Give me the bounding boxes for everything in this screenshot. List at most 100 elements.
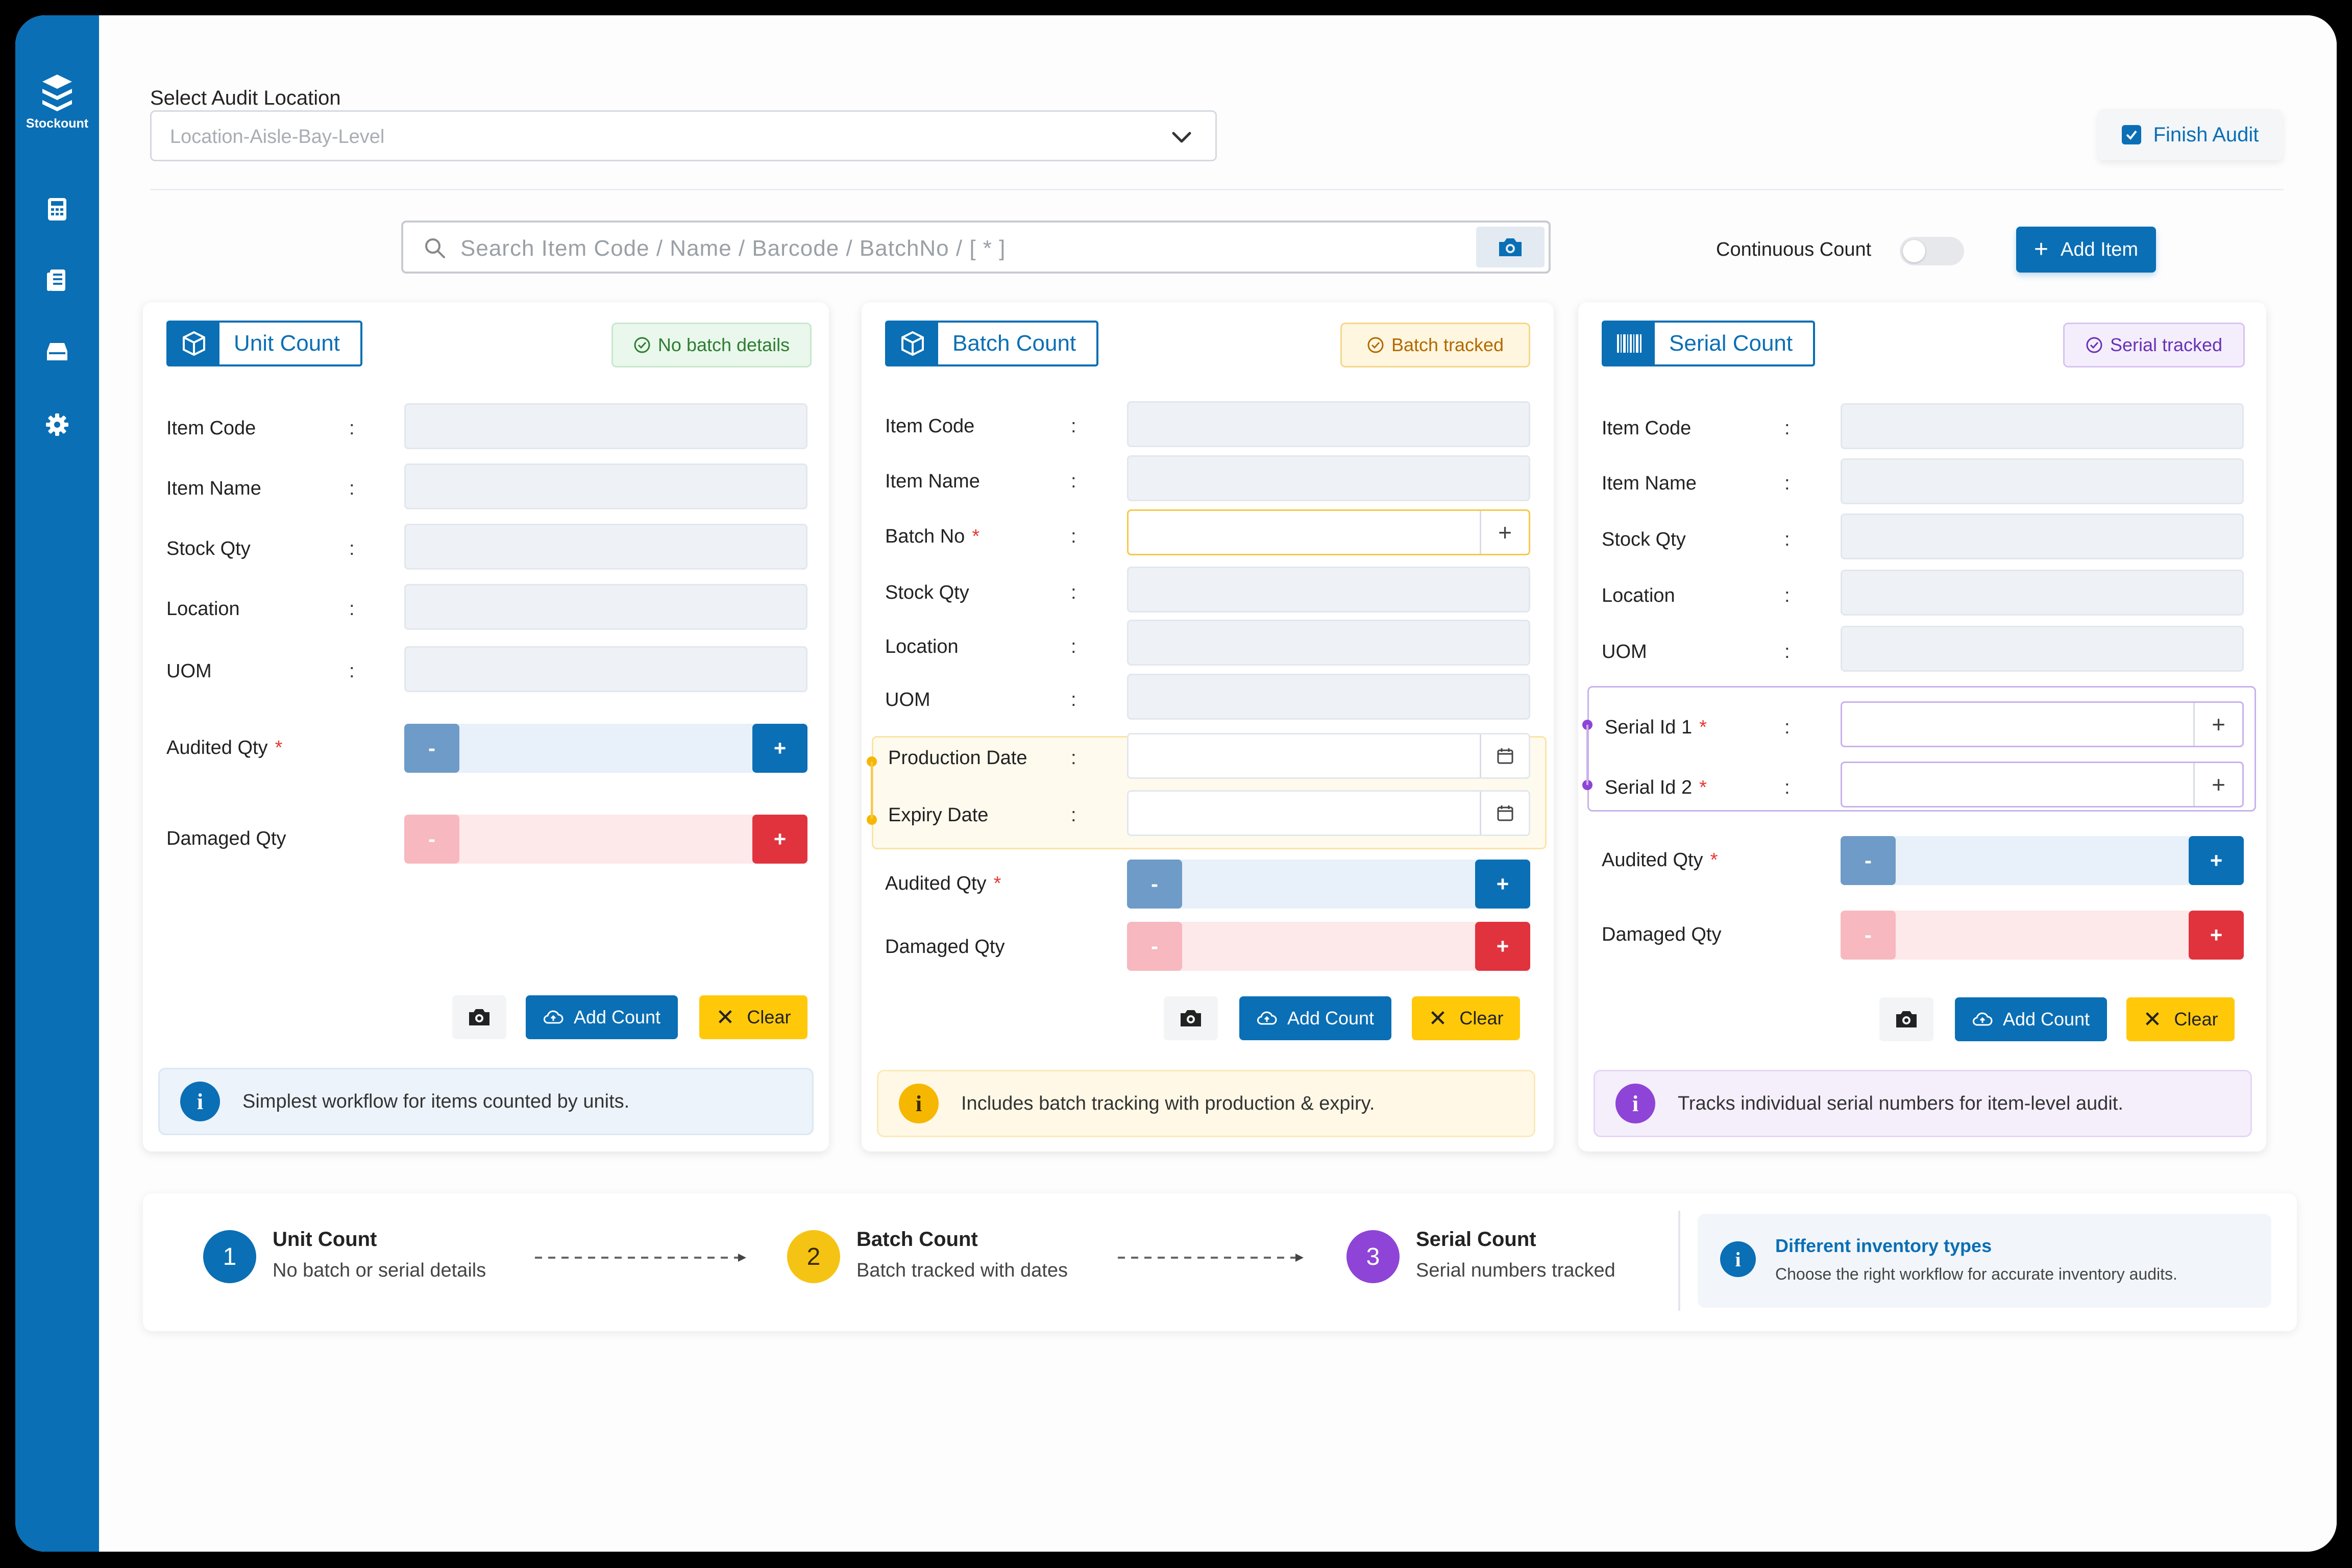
colon: :: [1784, 717, 1790, 738]
add-count-button[interactable]: Add Count: [526, 995, 678, 1039]
app-screen: Stockount Select Audit Location Location…: [15, 15, 2337, 1552]
uom-field[interactable]: [1127, 674, 1530, 720]
sidebar: Stockount: [15, 15, 99, 1552]
camera-button[interactable]: [1164, 996, 1218, 1040]
uom-field[interactable]: [1841, 626, 2244, 672]
divider: [1678, 1211, 1680, 1311]
serial-id-2-field[interactable]: +: [1841, 762, 2244, 807]
item-code-field[interactable]: [1127, 401, 1530, 447]
item-code-field[interactable]: [1841, 403, 2244, 449]
production-date-field[interactable]: [1127, 733, 1530, 779]
location-field[interactable]: [1127, 620, 1530, 666]
location-field[interactable]: [1841, 570, 2244, 616]
add-count-button[interactable]: Add Count: [1955, 997, 2107, 1041]
serial-id-2-label: Serial Id 2 *: [1605, 777, 1707, 798]
camera-icon: [1499, 238, 1522, 256]
damaged-qty-stepper[interactable]: - +: [404, 815, 807, 864]
colon: :: [1784, 641, 1790, 663]
location-select[interactable]: Location-Aisle-Bay-Level: [150, 110, 1217, 161]
serial-count-title-text: Serial Count: [1669, 331, 1793, 356]
colon: :: [1071, 526, 1076, 547]
expiry-date-field[interactable]: [1127, 790, 1530, 836]
checkbox-checked-icon: [2121, 125, 2141, 144]
step-3-title: Serial Count: [1416, 1228, 1536, 1251]
damaged-qty-stepper[interactable]: - +: [1127, 922, 1530, 971]
continuous-count-toggle[interactable]: [1900, 237, 1964, 265]
serial-tracked-badge: Serial tracked: [2063, 323, 2245, 368]
info-icon: i: [1720, 1241, 1756, 1277]
decrement-button[interactable]: -: [1127, 860, 1182, 909]
colon: :: [1071, 582, 1076, 603]
increment-button[interactable]: +: [1475, 922, 1530, 971]
stock-qty-field[interactable]: [1127, 567, 1530, 612]
stock-qty-field[interactable]: [1841, 513, 2244, 559]
camera-button[interactable]: [452, 995, 506, 1039]
barcode-camera-button[interactable]: [1476, 227, 1545, 267]
calendar-icon: [1497, 805, 1513, 821]
location-field[interactable]: [404, 584, 807, 630]
calendar-button[interactable]: [1480, 792, 1529, 835]
batch-count-card: Batch Count Batch tracked Item Code : It…: [862, 302, 1554, 1152]
clear-button[interactable]: ✕ Clear: [2126, 997, 2235, 1041]
calendar-icon: [1497, 748, 1513, 764]
uom-label: UOM: [1602, 641, 1647, 663]
add-batch-button[interactable]: +: [1480, 511, 1529, 554]
brand[interactable]: Stockount: [15, 72, 99, 131]
audited-qty-stepper[interactable]: - +: [404, 724, 807, 773]
item-name-field[interactable]: [1841, 458, 2244, 504]
decrement-button[interactable]: -: [404, 724, 459, 773]
increment-button[interactable]: +: [2189, 836, 2244, 885]
item-name-label: Item Name: [1602, 473, 1697, 494]
increment-button[interactable]: +: [752, 724, 807, 773]
add-serial-button[interactable]: +: [2193, 703, 2242, 746]
clear-button[interactable]: ✕ Clear: [1412, 996, 1520, 1040]
add-item-button[interactable]: + Add Item: [2016, 227, 2156, 273]
increment-button[interactable]: +: [752, 815, 807, 864]
add-count-button[interactable]: Add Count: [1239, 996, 1391, 1040]
increment-button[interactable]: +: [1475, 860, 1530, 909]
location-label: Location: [885, 636, 959, 657]
audited-qty-stepper[interactable]: - +: [1841, 836, 2244, 885]
sidebar-item-calculator[interactable]: [41, 193, 74, 226]
decrement-button[interactable]: -: [404, 815, 459, 864]
batch-no-field[interactable]: +: [1127, 509, 1530, 555]
serial-id-1-field[interactable]: +: [1841, 701, 2244, 747]
item-code-field[interactable]: [404, 403, 807, 449]
step-2-number: 2: [787, 1230, 840, 1283]
stock-qty-label: Stock Qty: [885, 582, 969, 603]
item-name-field[interactable]: [404, 463, 807, 509]
step-1-title: Unit Count: [273, 1228, 377, 1251]
sidebar-item-settings[interactable]: [41, 408, 74, 441]
stock-qty-field[interactable]: [404, 524, 807, 570]
decrement-button[interactable]: -: [1841, 836, 1896, 885]
sidebar-item-inbox[interactable]: [41, 336, 74, 369]
calendar-button[interactable]: [1480, 734, 1529, 777]
decrement-button[interactable]: -: [1841, 911, 1896, 960]
sidebar-item-documents[interactable]: [41, 264, 74, 297]
add-item-label: Add Item: [2060, 238, 2139, 260]
serial-count-card: Serial Count Serial tracked Item Code : …: [1578, 302, 2266, 1152]
batch-info-note: i Includes batch tracking with productio…: [877, 1070, 1535, 1137]
audited-qty-stepper[interactable]: - +: [1127, 860, 1530, 909]
increment-button[interactable]: +: [2189, 911, 2244, 960]
stock-qty-label: Stock Qty: [1602, 529, 1686, 550]
badge-text: Serial tracked: [2110, 334, 2223, 355]
finish-audit-button[interactable]: Finish Audit: [2098, 109, 2283, 160]
add-serial-button[interactable]: +: [2193, 763, 2242, 806]
decrement-button[interactable]: -: [1127, 922, 1182, 971]
check-circle-icon: [2086, 337, 2102, 353]
colon: :: [349, 418, 355, 439]
audited-qty-label: Audited Qty *: [885, 873, 1001, 894]
info-icon: i: [899, 1084, 939, 1123]
camera-icon: [1896, 1011, 1917, 1027]
uom-field[interactable]: [404, 646, 807, 692]
clear-button[interactable]: ✕ Clear: [699, 995, 807, 1039]
serial-count-title: Serial Count: [1602, 321, 1816, 366]
camera-button[interactable]: [1879, 997, 1933, 1041]
item-name-field[interactable]: [1127, 455, 1530, 501]
search-input[interactable]: Search Item Code / Name / Barcode / Batc…: [401, 220, 1551, 274]
damaged-qty-stepper[interactable]: - +: [1841, 911, 2244, 960]
colon: :: [1784, 418, 1790, 439]
step-2-subtitle: Batch tracked with dates: [856, 1260, 1068, 1281]
workflow-steps: 1 Unit Count No batch or serial details …: [143, 1193, 2297, 1331]
